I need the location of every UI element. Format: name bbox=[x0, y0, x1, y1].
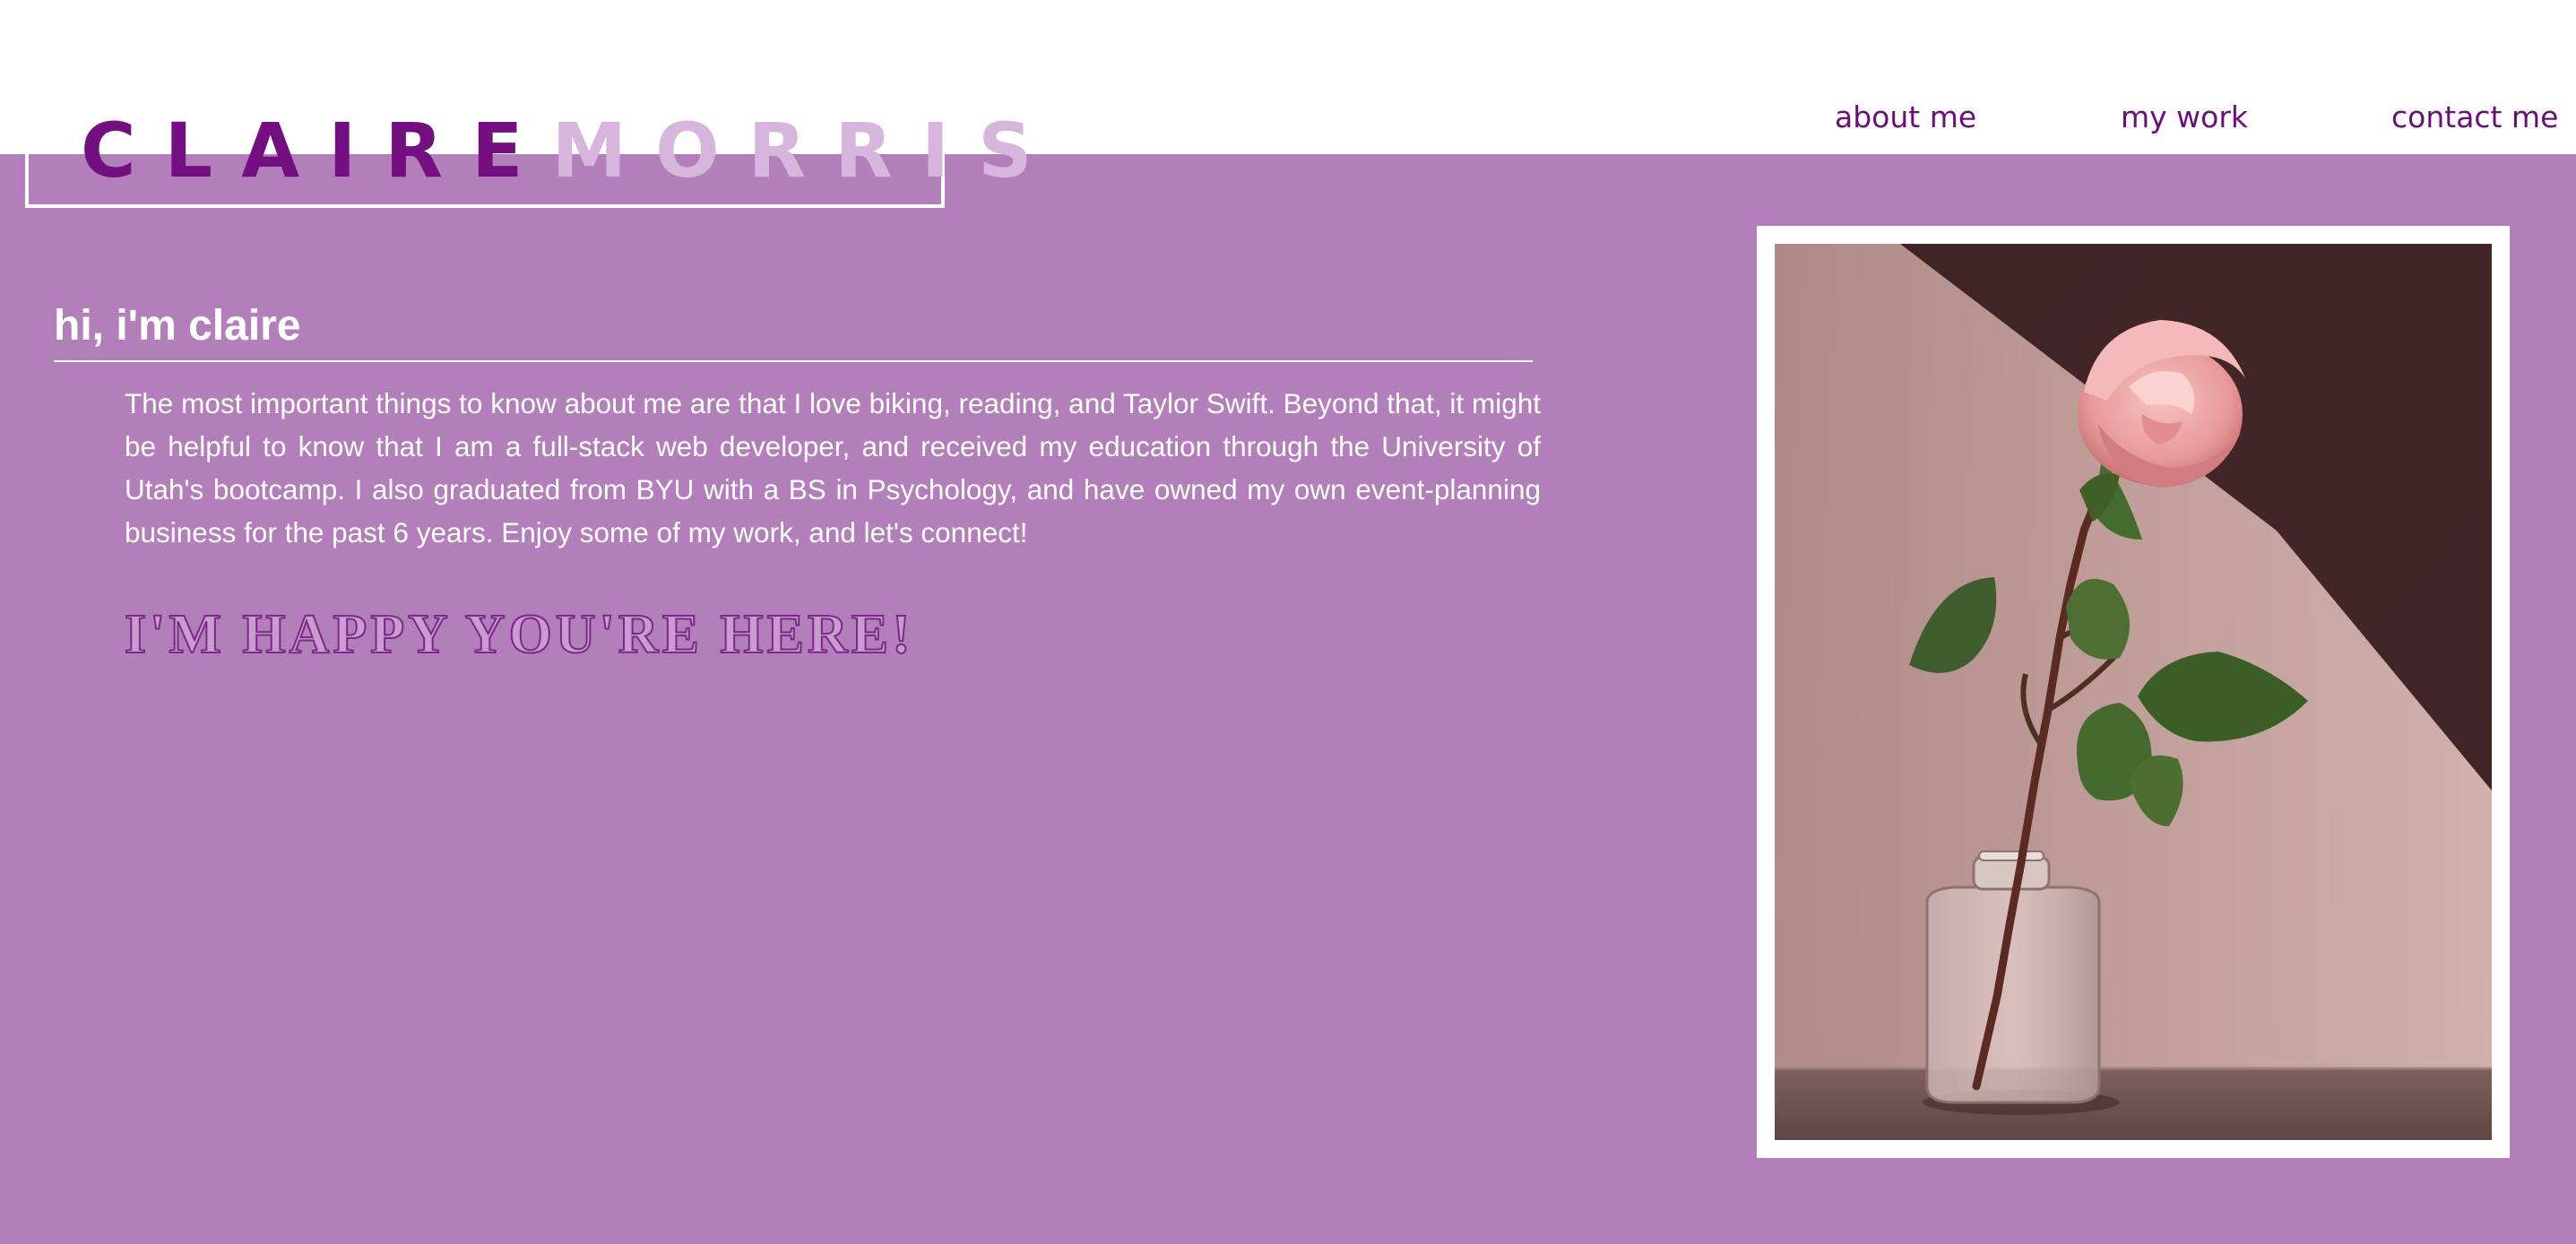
site-logo[interactable]: CLAIREMORRIS bbox=[81, 106, 1061, 195]
heading-divider bbox=[54, 360, 1533, 362]
welcome-tagline: I'M HAPPY YOU'RE HERE! bbox=[124, 603, 914, 666]
rose-in-vase-image bbox=[1775, 244, 2492, 1140]
section-heading: hi, i'm claire bbox=[54, 302, 301, 350]
nav-work-link[interactable]: my work bbox=[2121, 97, 2248, 138]
rose-photo bbox=[1775, 244, 2492, 1140]
bio-paragraph: The most important things to know about … bbox=[125, 387, 1541, 549]
logo-first-name: CLAIRE bbox=[81, 107, 552, 194]
logo-last-name: MORRIS bbox=[551, 107, 1061, 194]
photo-frame bbox=[1757, 226, 2510, 1158]
nav-contact-link[interactable]: contact me bbox=[2391, 97, 2558, 138]
nav-about-link[interactable]: about me bbox=[1835, 97, 1976, 138]
